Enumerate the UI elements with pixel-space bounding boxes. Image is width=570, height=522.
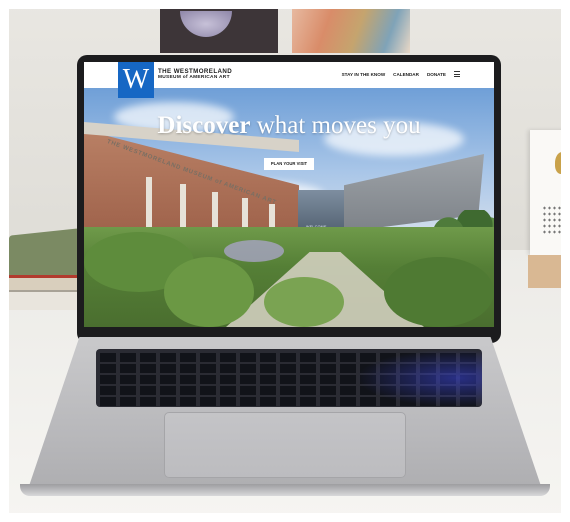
photo-border (0, 0, 570, 522)
